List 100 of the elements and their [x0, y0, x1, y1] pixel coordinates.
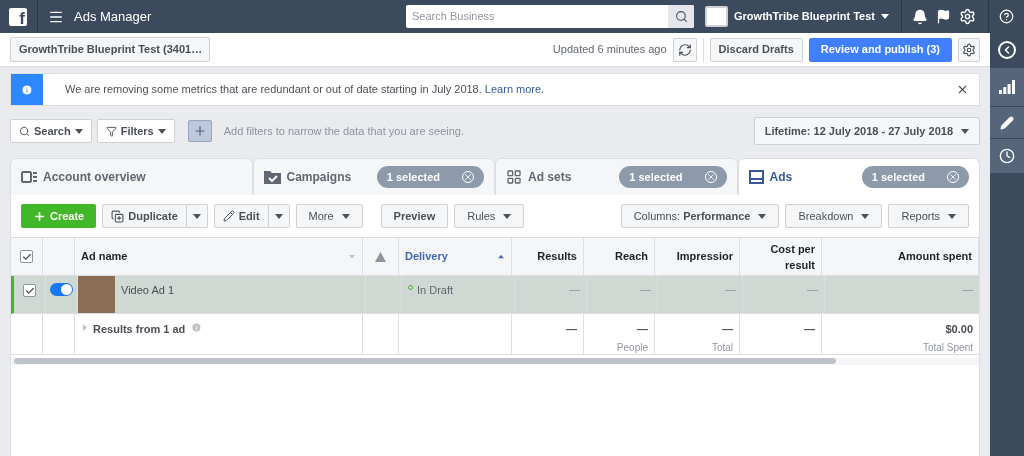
- refresh-icon: [677, 42, 692, 57]
- menu-button[interactable]: Rules: [454, 204, 525, 228]
- column-header[interactable]: Ad name: [81, 248, 128, 265]
- summary-caption: People: [616, 340, 648, 355]
- page-avatar: [705, 6, 728, 27]
- table-cell-text: —: [640, 282, 651, 297]
- clock-icon: [999, 148, 1015, 164]
- tab[interactable]: Ads 1 selected: [737, 158, 980, 195]
- search-button[interactable]: [668, 5, 694, 28]
- caret-icon: [861, 213, 870, 219]
- plus-icon: [33, 209, 46, 223]
- column-header[interactable]: Amount spent: [898, 248, 972, 265]
- table-cell-text: —: [962, 282, 973, 297]
- filter-icon: [105, 125, 117, 137]
- help-icon[interactable]: [999, 9, 1014, 24]
- caret-icon: [948, 213, 956, 219]
- app-title: Ads Manager: [74, 7, 152, 26]
- table-cell-text: —: [569, 282, 580, 297]
- plus-icon: [192, 124, 207, 138]
- caret-icon: [758, 213, 767, 219]
- search-box[interactable]: Search Business: [406, 5, 694, 28]
- menu-button[interactable]: Columns: Performance: [620, 204, 780, 228]
- bar-chart-icon: [999, 80, 1015, 94]
- filter-field[interactable]: Add filters to narrow the data that you are seeing.: [223, 122, 754, 140]
- info-icon: [21, 83, 33, 96]
- caret-icon: [503, 213, 512, 219]
- tab[interactable]: Ad sets 1 selected: [495, 158, 738, 195]
- caret-icon: [961, 128, 969, 134]
- search-icon: [19, 125, 30, 137]
- notice-text: We are removing some metrics that are redundant or out of date starting in July 2018. Learn more.: [65, 82, 545, 98]
- menu-button[interactable]: Reports: [888, 204, 969, 228]
- caret-icon: [498, 254, 504, 259]
- caret-icon: [349, 254, 355, 259]
- duplicate-icon: [111, 209, 125, 223]
- summary-value: $0.00: [945, 322, 973, 337]
- caret-icon: [341, 213, 350, 219]
- check-icon: [21, 251, 32, 262]
- add-filter-button[interactable]: [187, 120, 212, 142]
- chart-button[interactable]: [990, 67, 1024, 107]
- caret-icon: [157, 128, 166, 134]
- toggle-switch[interactable]: [50, 283, 73, 296]
- caret-icon: [881, 14, 889, 19]
- photo-placeholder: [78, 276, 115, 313]
- settings-icon[interactable]: [959, 8, 976, 25]
- ad-frame-icon: [748, 170, 764, 184]
- learn-more-link[interactable]: Learn more.: [484, 83, 545, 96]
- date-range-button[interactable]: Lifetime: 12 July 2018 - 27 July 2018: [753, 117, 980, 145]
- toolbar-button[interactable]: Duplicate: [102, 204, 187, 228]
- toolbar-button[interactable]: Preview: [380, 204, 449, 228]
- dropdown-button[interactable]: [268, 204, 290, 228]
- bell-icon[interactable]: [912, 8, 928, 25]
- scrollbar-thumb[interactable]: [14, 358, 836, 364]
- column-header[interactable]: Impressior: [676, 248, 733, 265]
- caret-icon: [74, 128, 83, 134]
- account-name[interactable]: GrowthTribe Blueprint Test: [734, 8, 875, 25]
- clear-icon[interactable]: [462, 171, 474, 183]
- caret-icon: [192, 213, 201, 219]
- filters-button[interactable]: Filters: [96, 119, 175, 143]
- ad-name[interactable]: Video Ad 1: [121, 282, 174, 299]
- caret-icon: [274, 213, 283, 219]
- column-header[interactable]: Cost per result: [765, 240, 815, 273]
- search-button[interactable]: Search: [10, 119, 92, 143]
- clear-icon[interactable]: [947, 171, 959, 183]
- column-header[interactable]: Reach: [614, 248, 648, 265]
- summary-label: Results from 1 ad: [93, 322, 186, 337]
- search-field[interactable]: Search Business: [406, 8, 668, 25]
- tab-label: Account overview: [43, 169, 146, 186]
- menu-button[interactable]: Breakdown: [785, 204, 883, 228]
- discard-button[interactable]: Discard Drafts: [709, 37, 803, 62]
- grid-icon: [506, 169, 522, 185]
- checkbox[interactable]: [23, 284, 36, 297]
- account-selector[interactable]: GrowthTribe Blueprint Test (3401…: [10, 37, 210, 62]
- history-button[interactable]: [990, 139, 1024, 173]
- tab[interactable]: Campaigns 1 selected: [252, 158, 495, 195]
- tab[interactable]: Account overview: [10, 158, 253, 195]
- table-row[interactable]: Video Ad 1 In Draft — — — — —: [11, 276, 979, 314]
- warning-icon: [375, 251, 386, 262]
- pencil-icon: [222, 210, 235, 222]
- flag-icon[interactable]: [936, 9, 951, 24]
- logo[interactable]: f: [9, 7, 27, 26]
- checkbox[interactable]: [20, 250, 33, 263]
- summary-value: —: [804, 322, 815, 337]
- collapse-button[interactable]: [998, 41, 1016, 59]
- table-cell-text: —: [725, 282, 736, 297]
- settings-button[interactable]: [958, 37, 980, 62]
- refresh-button[interactable]: [672, 37, 697, 62]
- menu-button[interactable]: More: [295, 204, 363, 228]
- publish-button[interactable]: Review and publish (3): [808, 37, 952, 62]
- summary-value: —: [722, 322, 733, 337]
- check-icon: [24, 285, 35, 296]
- folder-check-icon: [263, 170, 281, 184]
- close-icon[interactable]: [956, 83, 969, 96]
- column-header[interactable]: Results: [537, 248, 577, 265]
- column-header[interactable]: Delivery: [405, 248, 448, 265]
- summary-value: —: [566, 322, 577, 337]
- toolbar-button[interactable]: Edit: [213, 204, 269, 228]
- dropdown-button[interactable]: [186, 204, 208, 228]
- edit-button[interactable]: [990, 107, 1024, 139]
- updated-text: Updated 6 minutes ago: [552, 42, 667, 58]
- tab-label: Ad sets: [528, 169, 572, 186]
